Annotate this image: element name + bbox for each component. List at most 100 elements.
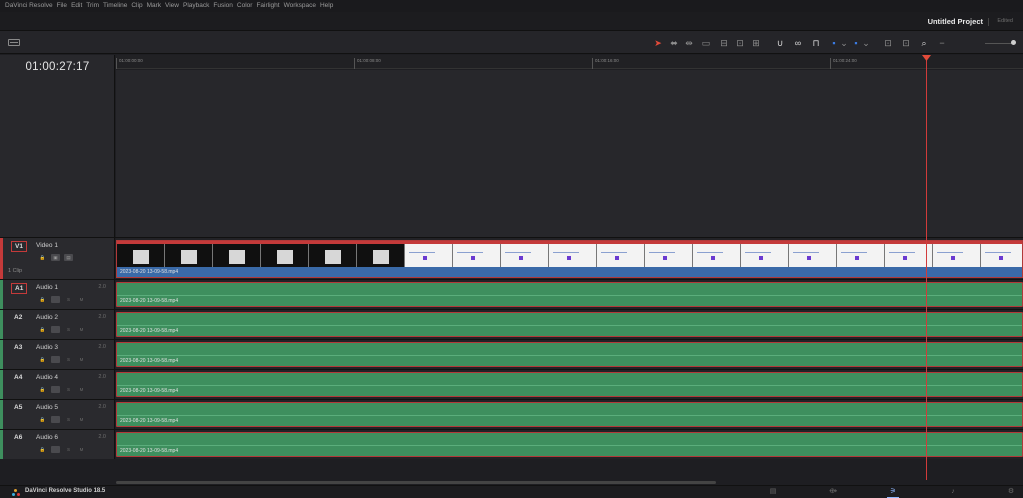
video-clip[interactable]: 2023-08-20 13-09-58.mp4 (116, 240, 1023, 278)
auto-select-icon[interactable] (51, 356, 60, 363)
lock-icon[interactable]: 🔒 (38, 254, 47, 261)
track-name[interactable]: Audio 3 (36, 344, 58, 351)
timeline-ruler[interactable]: 01:00:00:00 01:00:08:00 01:00:16:00 01:00:2… (116, 55, 1023, 69)
solo-button[interactable]: S (64, 326, 73, 333)
menu-item[interactable]: Fusion (213, 2, 233, 9)
track-header[interactable]: A4 Audio 4 2.0 🔒 S M (0, 370, 115, 399)
track-header[interactable]: A1 Audio 1 2.0 🔒 S M (0, 280, 115, 309)
lock-icon[interactable]: 🔒 (38, 446, 47, 453)
page-edit-icon[interactable]: ▤ (766, 487, 780, 497)
linked-selection-icon[interactable]: ∞ (792, 37, 804, 49)
track-header[interactable]: V1 Video 1 🔒 ▣ ▤ 1 Clip (0, 238, 115, 279)
track-header[interactable]: A5 Audio 5 2.0 🔒 S M (0, 400, 115, 429)
track-name[interactable]: Audio 5 (36, 404, 58, 411)
menu-item[interactable]: Color (237, 2, 253, 9)
audio-clip[interactable]: 2023-08-20 13-09-58.mp4 (116, 402, 1023, 427)
page-fusion-icon[interactable]: ⟴ (826, 487, 840, 497)
timeline-view-options-icon[interactable] (8, 39, 20, 46)
menu-item[interactable]: View (165, 2, 179, 9)
lock-icon[interactable]: 🔒 (38, 386, 47, 393)
zoom-slider-track[interactable] (985, 43, 1013, 44)
auto-select-icon[interactable] (51, 446, 60, 453)
menu-item[interactable]: DaVinci Resolve (5, 2, 53, 9)
track-id[interactable]: A3 (11, 343, 25, 352)
page-color-icon[interactable]: ⚞ (886, 487, 900, 498)
menu-item[interactable]: File (57, 2, 67, 9)
solo-button[interactable]: S (64, 296, 73, 303)
audio-clip[interactable]: 2023-08-20 13-09-58.mp4 (116, 432, 1023, 457)
auto-select-icon[interactable] (51, 416, 60, 423)
mute-button[interactable]: M (77, 296, 86, 303)
lock-icon[interactable]: 🔒 (38, 326, 47, 333)
replace-clip-icon[interactable]: ⊞ (750, 37, 762, 49)
dynamic-trim-icon[interactable]: ⇹ (683, 37, 695, 49)
solo-button[interactable]: S (64, 356, 73, 363)
mute-button[interactable]: M (77, 386, 86, 393)
track-id[interactable]: A6 (11, 433, 25, 442)
snapping-icon[interactable]: ∪ (774, 37, 786, 49)
lock-icon[interactable]: 🔒 (38, 296, 47, 303)
mute-button[interactable]: M (77, 416, 86, 423)
auto-select-icon[interactable] (51, 386, 60, 393)
menu-item[interactable]: Workspace (284, 2, 316, 9)
menu-item[interactable]: Fairlight (256, 2, 279, 9)
auto-select-icon[interactable] (51, 296, 60, 303)
scrollbar-thumb[interactable] (116, 481, 716, 484)
track-lane[interactable]: 2023-08-20 13-09-58.mp4 (116, 430, 1023, 459)
trim-edit-icon[interactable]: ⬌ (668, 37, 680, 49)
audio-clip[interactable]: 2023-08-20 13-09-58.mp4 (116, 282, 1023, 307)
page-fairlight-icon[interactable]: ♪ (946, 487, 960, 497)
playhead-line[interactable] (926, 55, 927, 480)
solo-button[interactable]: S (64, 446, 73, 453)
track-header[interactable]: A3 Audio 3 2.0 🔒 S M (0, 340, 115, 369)
zoom-full-icon[interactable]: ⊡ (882, 37, 894, 49)
lock-icon[interactable]: 🔒 (38, 416, 47, 423)
auto-select-icon[interactable] (51, 326, 60, 333)
track-id[interactable]: A1 (11, 283, 28, 294)
solo-button[interactable]: S (64, 386, 73, 393)
solo-button[interactable]: S (64, 416, 73, 423)
track-name[interactable]: Audio 6 (36, 434, 58, 441)
track-name[interactable]: Audio 1 (36, 284, 58, 291)
zoom-slider-handle[interactable] (1011, 40, 1016, 45)
mute-button[interactable]: M (77, 356, 86, 363)
track-lane[interactable]: 2023-08-20 13-09-58.mp4 (116, 238, 1023, 279)
mute-button[interactable]: M (77, 446, 86, 453)
track-lane[interactable]: 2023-08-20 13-09-58.mp4 (116, 310, 1023, 339)
menu-item[interactable]: Playback (183, 2, 209, 9)
blade-icon[interactable]: ▭ (700, 37, 712, 49)
track-id[interactable]: A2 (11, 313, 25, 322)
page-deliver-icon[interactable]: ⚙ (1004, 487, 1018, 497)
marker-dropdown-icon[interactable]: ⌄ (860, 37, 872, 49)
timeline-empty-area[interactable] (116, 70, 1023, 237)
selection-arrow-icon[interactable]: ➤ (652, 37, 664, 49)
flag-dropdown-icon[interactable]: ⌄ (838, 37, 850, 49)
menu-item[interactable]: Mark (147, 2, 161, 9)
menu-item[interactable]: Trim (86, 2, 99, 9)
track-id[interactable]: A5 (11, 403, 25, 412)
menu-item[interactable]: Timeline (103, 2, 127, 9)
menu-item[interactable]: Clip (131, 2, 142, 9)
overwrite-clip-icon[interactable]: ⊡ (734, 37, 746, 49)
audio-clip[interactable]: 2023-08-20 13-09-58.mp4 (116, 312, 1023, 337)
track-id[interactable]: A4 (11, 373, 25, 382)
current-timecode[interactable]: 01:00:27:17 (0, 61, 115, 73)
track-lane[interactable]: 2023-08-20 13-09-58.mp4 (116, 280, 1023, 309)
audio-clip[interactable]: 2023-08-20 13-09-58.mp4 (116, 372, 1023, 397)
track-name[interactable]: Audio 2 (36, 314, 58, 321)
zoom-custom-icon[interactable]: ⌕ (918, 37, 930, 49)
track-lane[interactable]: 2023-08-20 13-09-58.mp4 (116, 370, 1023, 399)
menu-item[interactable]: Help (320, 2, 333, 9)
track-id[interactable]: V1 (11, 241, 27, 252)
track-name[interactable]: Video 1 (36, 242, 58, 249)
insert-clip-icon[interactable]: ⊟ (718, 37, 730, 49)
zoom-detail-icon[interactable]: ⊡ (900, 37, 912, 49)
mute-button[interactable]: M (77, 326, 86, 333)
track-visibility-icon[interactable]: ▤ (64, 254, 73, 261)
track-header[interactable]: A6 Audio 6 2.0 🔒 S M (0, 430, 115, 459)
lock-icon[interactable]: 🔒 (38, 356, 47, 363)
track-lane[interactable]: 2023-08-20 13-09-58.mp4 (116, 340, 1023, 369)
position-lock-icon[interactable]: ⊓ (810, 37, 822, 49)
track-name[interactable]: Audio 4 (36, 374, 58, 381)
zoom-out-icon[interactable]: − (936, 37, 948, 49)
